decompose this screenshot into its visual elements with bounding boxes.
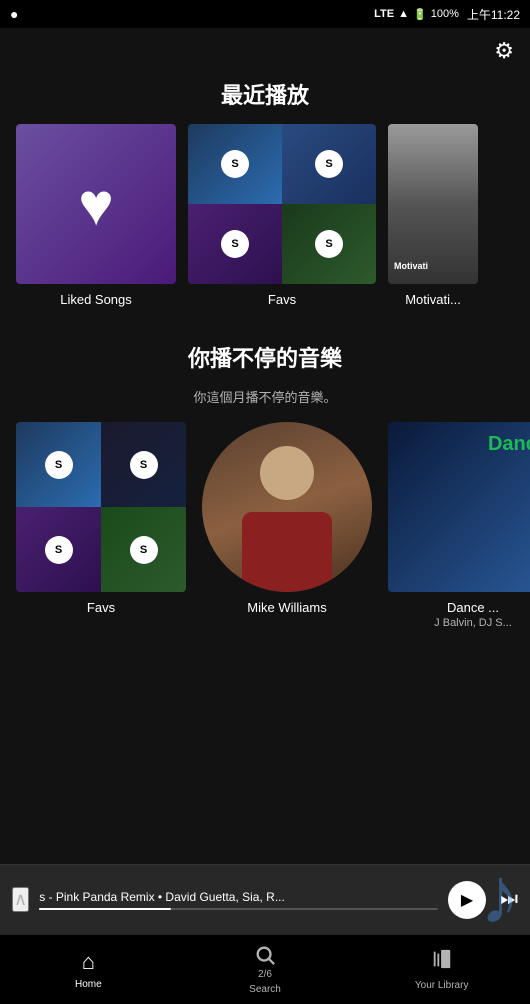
settings-button[interactable]: ⚙	[494, 38, 514, 64]
you-section-title: 你播不停的音樂	[0, 341, 530, 373]
now-playing-progress-fill	[39, 908, 171, 910]
yf-tr: S	[101, 422, 186, 507]
dance-album: Dance ♪	[388, 422, 530, 592]
motivation-bg: Motivati	[388, 124, 478, 284]
liked-songs-bg: ♥	[16, 124, 176, 284]
signal-bars: ▲	[398, 8, 409, 20]
spinnin-yf-br: S	[130, 536, 158, 564]
status-bar: ● LTE ▲ 🔋 100% 上午11:22	[0, 0, 530, 28]
motivation-label: Motivati...	[405, 292, 461, 307]
you-item-dance[interactable]: Dance ♪ Dance ... J Balvin, DJ S...	[388, 422, 530, 629]
main-content: 最近播放 ♥ Liked Songs S	[0, 64, 530, 864]
favs-cell-bl: S	[188, 204, 282, 284]
motivation-art-text: Motivati	[394, 261, 428, 272]
home-icon: ⌂	[82, 949, 95, 975]
spinnin-yf-bl: S	[45, 536, 73, 564]
yf-tl: S	[16, 422, 101, 507]
status-left: ●	[10, 6, 18, 22]
mike-bg	[202, 422, 372, 592]
spinnin-yf-tl: S	[45, 451, 73, 479]
you-section: 你播不停的音樂 你這個月播不停的音樂。 S S S	[0, 341, 530, 639]
search-icon	[254, 944, 276, 966]
you-item-mike-williams[interactable]: Mike Williams	[202, 422, 372, 629]
search-label: Search	[249, 984, 281, 995]
you-favs-label: Favs	[87, 600, 115, 615]
mike-body	[242, 512, 332, 592]
signal-indicator: LTE	[374, 8, 394, 20]
nav-item-home[interactable]: ⌂ Home	[0, 949, 177, 990]
rp-item-liked-songs[interactable]: ♥ Liked Songs	[16, 124, 176, 307]
motivation-album: Motivati	[388, 124, 478, 284]
you-favs-collage: S S S S	[16, 422, 186, 592]
you-items-list: S S S S Favs	[0, 422, 530, 629]
search-page-indicator: 2/6	[258, 969, 272, 980]
heart-icon: ♥	[78, 170, 114, 239]
mike-williams-label: Mike Williams	[247, 600, 326, 615]
spinnin-tl: S	[221, 150, 249, 178]
you-item-favs[interactable]: S S S S Favs	[16, 422, 186, 629]
dance-label: Dance ...	[447, 600, 499, 615]
liked-songs-card: ♥	[16, 124, 176, 284]
spinnin-br: S	[315, 230, 343, 258]
spotify-logo: ●	[10, 6, 18, 22]
dance-text: Dance	[488, 432, 530, 456]
yf-br: S	[101, 507, 186, 592]
favs-collage: S S S	[188, 124, 376, 284]
dance-bg: Dance ♪	[388, 422, 530, 592]
now-playing-track-text: s - Pink Panda Remix • David Guetta, Sia…	[39, 890, 438, 904]
rp-item-motivation[interactable]: Motivati Motivati...	[388, 124, 478, 307]
bottom-navigation: ⌂ Home 2/6 Search Your Library	[0, 934, 530, 1004]
rp-item-favs[interactable]: S S S	[188, 124, 376, 307]
favs-cell-br: S	[282, 204, 376, 284]
now-playing-track-info: s - Pink Panda Remix • David Guetta, Sia…	[39, 890, 438, 910]
spinnin-bl: S	[221, 230, 249, 258]
dance-sublabel: J Balvin, DJ S...	[434, 617, 512, 629]
nav-item-library[interactable]: Your Library	[353, 948, 530, 991]
mike-williams-avatar	[202, 422, 372, 592]
you-favs-album: S S S S	[16, 422, 186, 592]
library-icon	[431, 948, 453, 976]
status-right: LTE ▲ 🔋 100% 上午11:22	[374, 6, 520, 23]
favs-label: Favs	[268, 292, 296, 307]
nav-item-search[interactable]: 2/6 Search	[177, 944, 354, 995]
app-header: ⚙	[0, 28, 530, 64]
home-label: Home	[75, 979, 102, 990]
now-playing-chevron[interactable]: ∧	[12, 887, 29, 912]
favs-cell-tl: S	[188, 124, 282, 204]
recently-played-section: 最近播放 ♥ Liked Songs S	[0, 78, 530, 327]
favs-cell-tr: S	[282, 124, 376, 204]
clock: 上午11:22	[467, 6, 520, 23]
battery-level: 100%	[431, 8, 459, 20]
yf-bl: S	[16, 507, 101, 592]
now-playing-bar[interactable]: ∧ s - Pink Panda Remix • David Guetta, S…	[0, 864, 530, 934]
recently-played-title: 最近播放	[0, 78, 530, 110]
now-playing-progress-bar	[39, 908, 438, 910]
you-section-subtitle: 你這個月播不停的音樂。	[0, 387, 530, 406]
library-svg-icon	[431, 948, 453, 970]
favs-album: S S S	[188, 124, 376, 284]
spinnin-tr: S	[315, 150, 343, 178]
liked-songs-label: Liked Songs	[60, 292, 132, 307]
mike-head	[260, 446, 314, 500]
library-label: Your Library	[415, 980, 469, 991]
battery-icon: 🔋	[413, 8, 427, 21]
spinnin-yf-tr: S	[130, 451, 158, 479]
recently-played-grid: ♥ Liked Songs S	[0, 124, 530, 307]
